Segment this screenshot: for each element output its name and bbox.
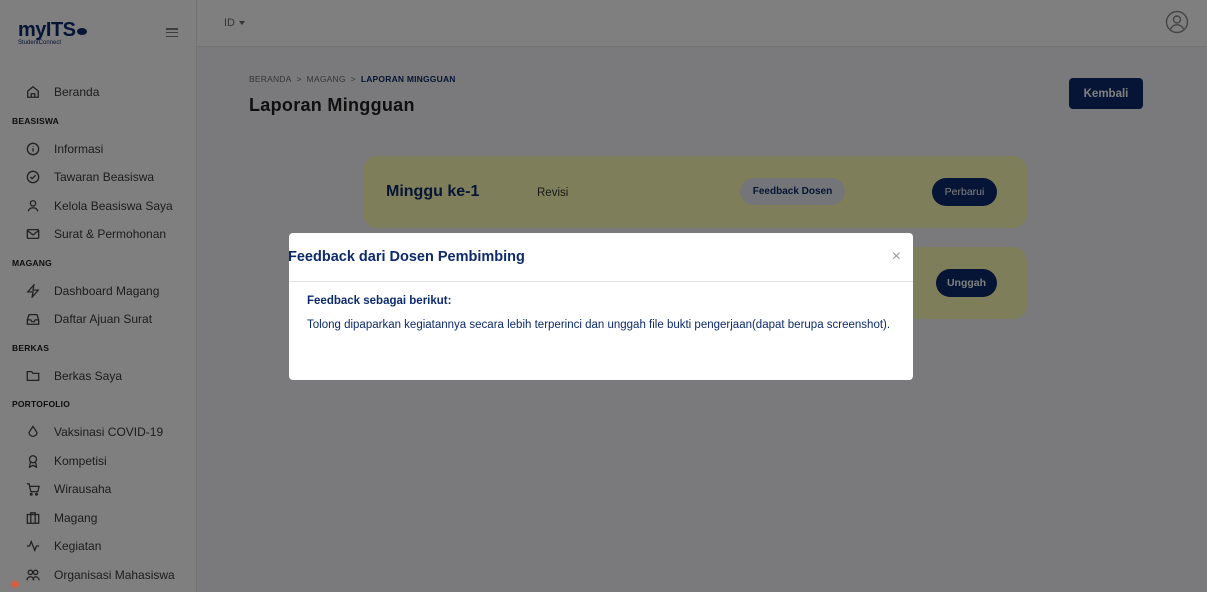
- feedback-text: Tolong dipaparkan kegiatannya secara leb…: [307, 319, 891, 331]
- corner-badge-icon: ◉: [10, 578, 20, 590]
- modal-header: Feedback dari Dosen Pembimbing ×: [288, 233, 913, 282]
- modal-body: Feedback sebagai berikut: Tolong dipapar…: [289, 282, 913, 334]
- modal-title: Feedback dari Dosen Pembimbing: [288, 249, 525, 265]
- feedback-heading: Feedback sebagai berikut:: [307, 295, 452, 307]
- feedback-modal: Feedback dari Dosen Pembimbing × Feedbac…: [288, 233, 913, 380]
- modal-title-text: Feedback dari Dosen Pembimbing: [288, 249, 525, 265]
- close-icon[interactable]: ×: [892, 249, 901, 265]
